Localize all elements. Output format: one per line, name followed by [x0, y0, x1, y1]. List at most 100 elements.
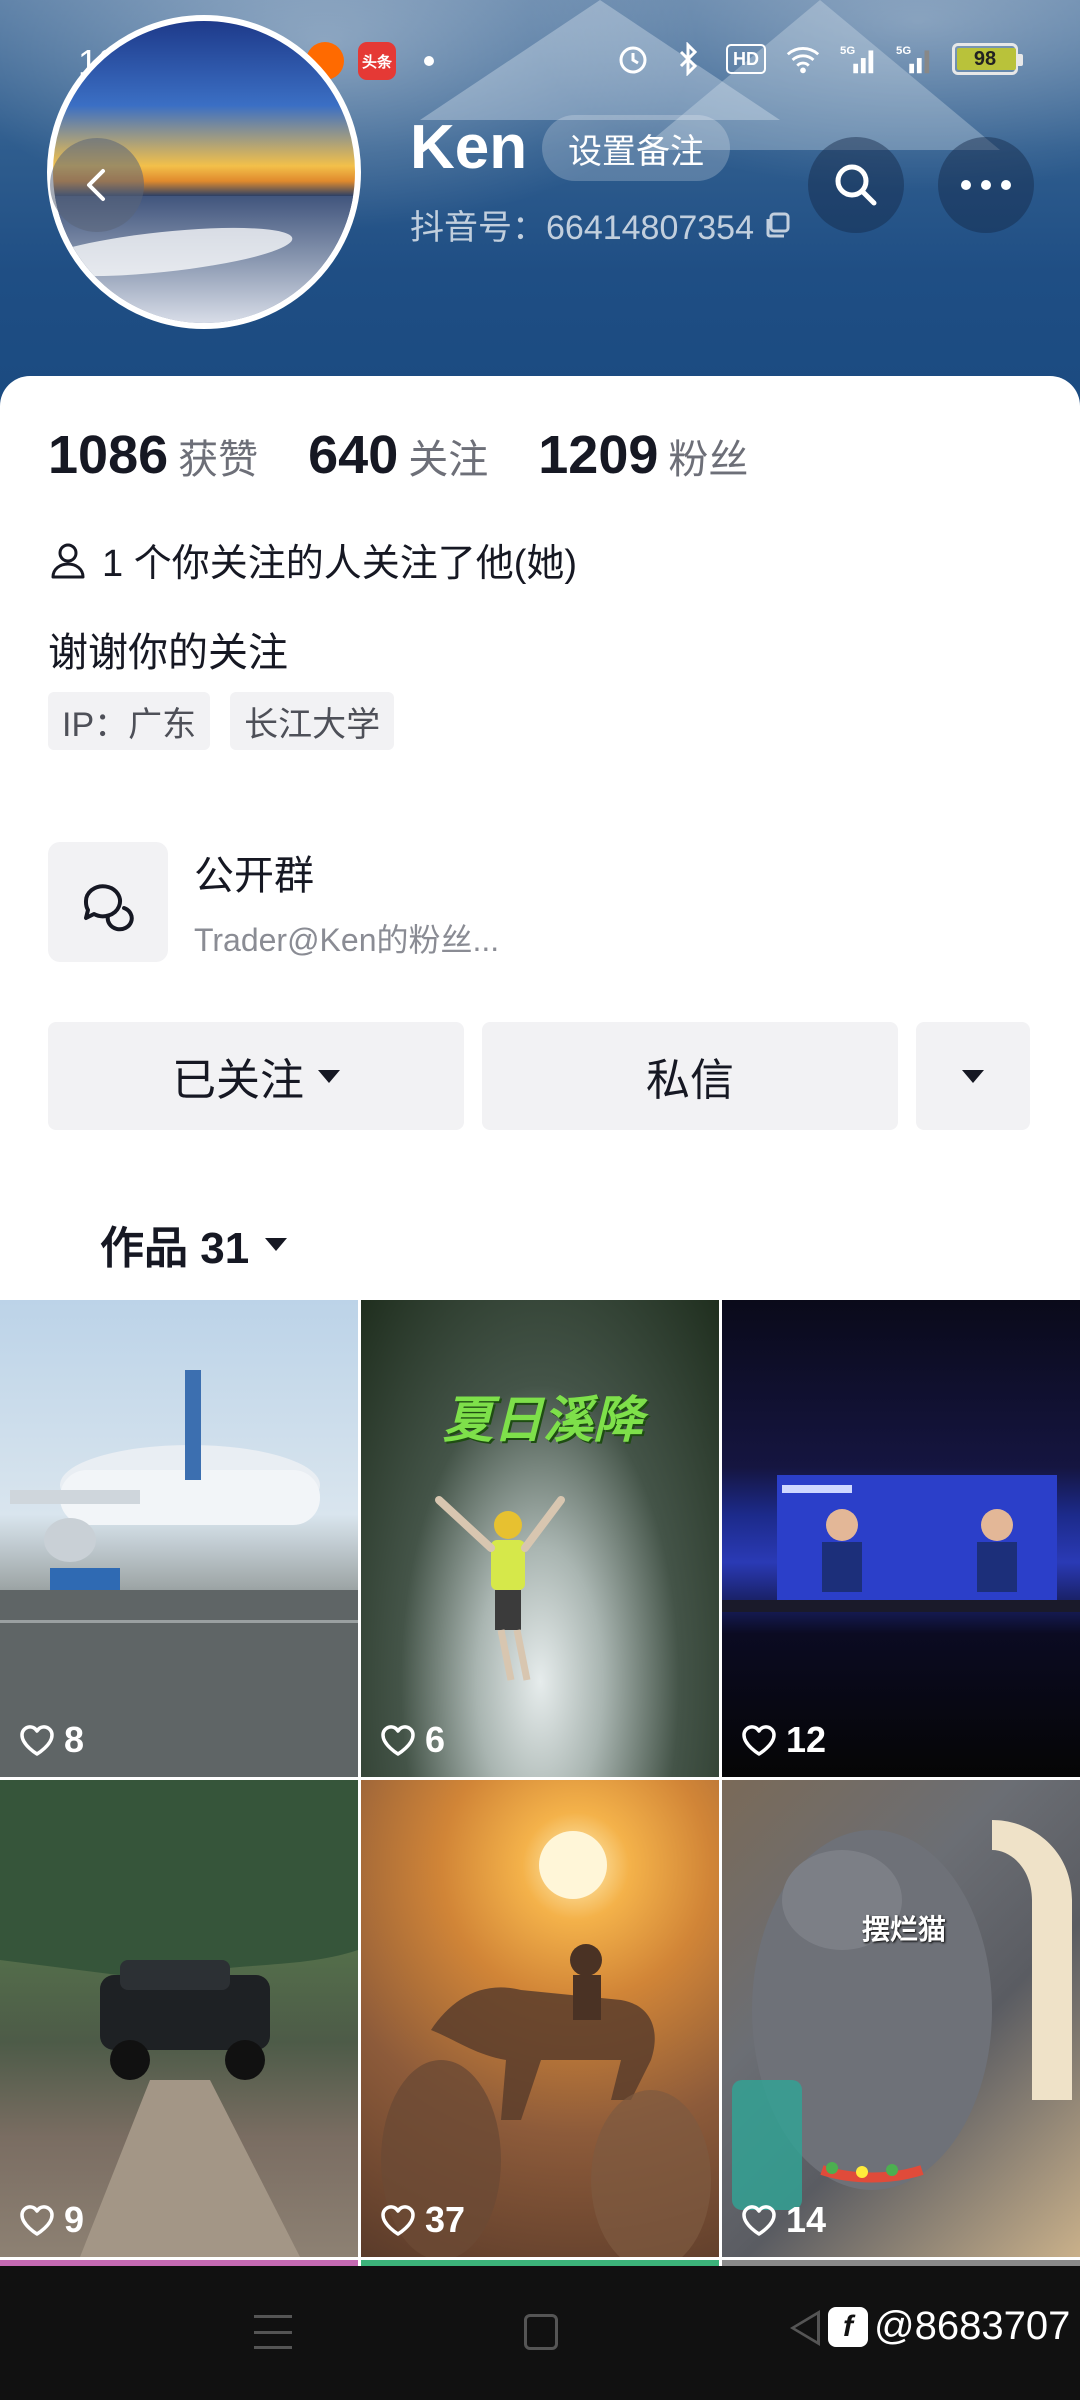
svg-text:5G: 5G: [840, 45, 855, 57]
heart-icon: [381, 1725, 415, 1756]
video-likes: 9: [18, 2199, 84, 2241]
school-tag[interactable]: 长江大学: [230, 692, 395, 750]
stat-followers[interactable]: 1209 粉丝: [538, 424, 748, 486]
profile-bio: 谢谢你的关注: [48, 631, 288, 675]
ip-location-tag: IP：广东: [48, 692, 211, 750]
message-button[interactable]: 私信: [482, 1022, 898, 1130]
heart-icon: [742, 2205, 776, 2236]
search-button[interactable]: [808, 137, 904, 233]
heart-icon: [742, 1725, 776, 1756]
truck-thumbnail: [0, 1780, 358, 2257]
heart-icon: [381, 2205, 415, 2236]
video-likes: 14: [740, 2199, 826, 2241]
caret-down-icon: [318, 1069, 340, 1083]
action-buttons: 已关注 私信: [48, 1022, 1030, 1130]
group-chat-icon: [48, 842, 168, 962]
douyin-id-text: 抖音号：66414807354: [410, 209, 755, 247]
menu-line: [254, 2330, 292, 2334]
jumper-thumbnail: [435, 1496, 565, 1681]
battery-icon: 98: [952, 43, 1023, 75]
heart-icon: [20, 1725, 54, 1756]
video-tile[interactable]: 摆烂猫 14: [722, 1780, 1080, 2257]
profile-tags: IP：广东 长江大学: [48, 692, 395, 750]
video-likes-count: 37: [425, 2199, 466, 2240]
video-tile[interactable]: 9: [0, 1780, 358, 2257]
watermark-logo-icon: f: [828, 2306, 868, 2347]
video-likes-count: 6: [425, 1719, 446, 1760]
group-subtitle: Trader@Ken的粉丝...: [194, 922, 500, 958]
message-button-label: 私信: [646, 1056, 734, 1105]
following-button-label: 已关注: [172, 1056, 304, 1105]
status-right-icons: HD 5G 5G 98: [614, 40, 1023, 78]
signal-5g-icon: 5G: [896, 40, 934, 78]
alarm-icon: [614, 40, 652, 78]
video-likes: 12: [740, 1719, 826, 1761]
video-tile[interactable]: 12: [722, 1300, 1080, 1777]
system-navigation-bar: f @8683707: [0, 2266, 1080, 2400]
caret-down-icon: [962, 1069, 984, 1083]
group-title: 公开群: [194, 854, 314, 898]
menu-line: [254, 2315, 292, 2318]
video-tile[interactable]: 夏日溪降 6: [361, 1300, 719, 1777]
profile-header-banner: 10:59 58 头条 HD 5G 5G 98: [0, 0, 1080, 420]
video-grid: 8 夏日溪降 6 12 9 37 摆烂猫 14: [0, 1300, 1080, 2257]
concert-thumbnail: [722, 1475, 1080, 1612]
home-button[interactable]: [524, 2314, 558, 2350]
public-group-entry[interactable]: 公开群 Trader@Ken的粉丝...: [48, 842, 499, 962]
stat-likes-label: 获赞: [178, 438, 259, 482]
system-back-button[interactable]: [790, 2310, 820, 2346]
douyin-id[interactable]: 抖音号：66414807354: [410, 200, 792, 249]
video-tile[interactable]: 37: [361, 1780, 719, 2257]
mutual-follow-text: 1 个你关注的人关注了他(她): [102, 543, 578, 585]
airplane-thumbnail: [0, 1370, 358, 1777]
video-likes-count: 8: [64, 1719, 85, 1760]
sunset-horse-thumbnail: [381, 1831, 711, 2257]
back-button[interactable]: [50, 138, 144, 232]
video-tile[interactable]: 8: [0, 1300, 358, 1777]
svg-text:5G: 5G: [896, 45, 911, 57]
hd-icon: HD: [726, 44, 766, 74]
more-actions-button[interactable]: [916, 1022, 1030, 1130]
chevron-left-icon: [87, 169, 105, 201]
search-icon: [835, 164, 877, 206]
cat-thumbnail: [732, 1820, 1072, 2210]
stat-likes[interactable]: 1086 获赞: [48, 424, 258, 486]
video-caption: 摆烂猫: [862, 1914, 947, 1945]
menu-line: [254, 2346, 292, 2349]
bluetooth-icon: [670, 40, 708, 78]
more-dots-icon: [961, 180, 1011, 190]
tab-works-label: 作品 31: [100, 1224, 250, 1273]
copy-icon[interactable]: [764, 211, 792, 239]
profile-name: Ken: [410, 113, 528, 182]
stat-following-label: 关注: [408, 438, 489, 482]
notification-dot-icon: [424, 56, 434, 66]
stat-followers-count: 1209: [538, 425, 659, 485]
video-likes: 37: [379, 2199, 465, 2241]
battery-level: 98: [973, 47, 997, 70]
video-likes-count: 12: [786, 1719, 827, 1760]
app-toutiao-icon: 头条: [358, 42, 396, 80]
profile-stats: 1086 获赞 640 关注 1209 粉丝: [48, 424, 798, 486]
more-button[interactable]: [938, 137, 1034, 233]
caret-down-icon: [265, 1237, 288, 1251]
video-likes: 6: [379, 1719, 445, 1761]
mutual-follow-info[interactable]: 1 个你关注的人关注了他(她): [48, 532, 577, 587]
person-icon: [51, 543, 85, 578]
tab-works[interactable]: 作品 31: [100, 1212, 288, 1276]
video-likes: 8: [18, 1719, 84, 1761]
stat-followers-label: 粉丝: [668, 438, 749, 482]
stat-following-count: 640: [308, 425, 399, 485]
stat-following[interactable]: 640 关注: [308, 424, 488, 486]
group-text: 公开群 Trader@Ken的粉丝...: [194, 843, 499, 961]
video-likes-count: 14: [786, 2199, 827, 2240]
following-button[interactable]: 已关注: [48, 1022, 464, 1130]
heart-icon: [20, 2205, 54, 2236]
set-remark-button[interactable]: 设置备注: [542, 115, 730, 181]
watermark: f @8683707: [828, 2304, 1070, 2349]
video-likes-count: 9: [64, 2199, 85, 2240]
watermark-text: @8683707: [874, 2304, 1071, 2348]
recent-apps-button[interactable]: [254, 2315, 292, 2349]
signal-5g-icon: 5G: [840, 40, 878, 78]
stat-likes-count: 1086: [48, 425, 169, 485]
wifi-icon: [784, 40, 822, 78]
